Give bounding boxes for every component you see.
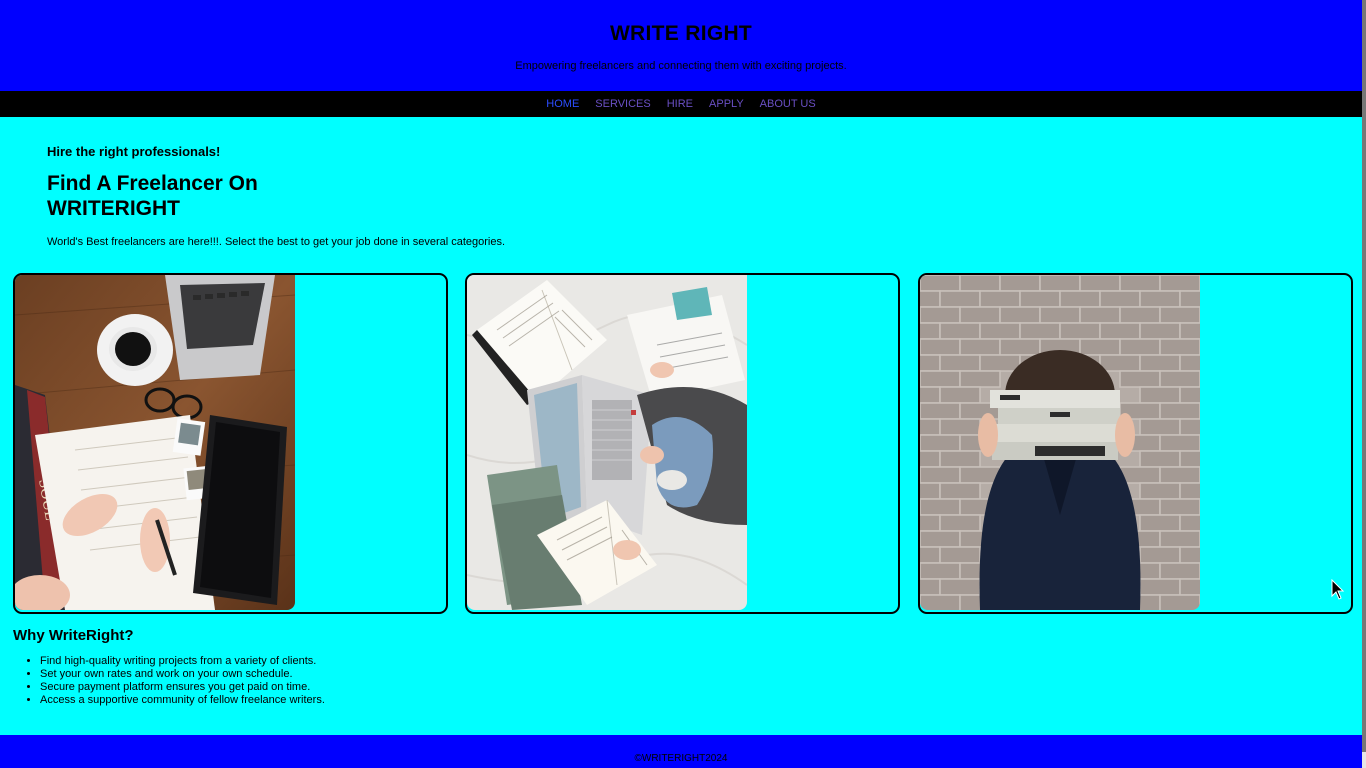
site-footer: ©WRITERIGHT2024 <box>0 735 1362 768</box>
site-tagline: Empowering freelancers and connecting th… <box>515 60 847 72</box>
site-header: WRITE RIGHT Empowering freelancers and c… <box>0 0 1362 91</box>
photo-card <box>465 273 900 614</box>
main-nav: HOME SERVICES HIRE APPLY ABOUT US <box>0 91 1362 117</box>
hero-section: Hire the right professionals! Find A Fre… <box>0 117 1362 274</box>
hero-title: Find A Freelancer On WRITERIGHT <box>47 172 258 220</box>
nav-home-link[interactable]: HOME <box>546 98 579 110</box>
nav-services-link[interactable]: SERVICES <box>595 98 650 110</box>
why-title: Why WriteRight? <box>13 627 134 644</box>
why-list-item: Secure payment platform ensures you get … <box>40 681 325 694</box>
hero-description: World's Best freelancers are here!!!. Se… <box>47 236 506 248</box>
copyright-text: ©WRITERIGHT2024 <box>634 753 728 764</box>
site-title: WRITE RIGHT <box>609 22 753 45</box>
vertical-scrollbar[interactable] <box>1362 0 1366 768</box>
photo-card: SOUL <box>13 273 448 614</box>
why-list-item: Find high-quality writing projects from … <box>40 655 325 668</box>
why-list-item: Access a supportive community of fellow … <box>40 694 325 707</box>
hero-kicker: Hire the right professionals! <box>47 144 221 159</box>
mouse-cursor-icon <box>1331 579 1345 600</box>
why-section: Why WriteRight? Find high-quality writin… <box>13 627 325 707</box>
bed-laptop-books-photo <box>467 275 747 610</box>
desk-laptop-coffee-writing-photo: SOUL <box>15 275 295 610</box>
nav-hire-link[interactable]: HIRE <box>667 98 693 110</box>
why-list: Find high-quality writing projects from … <box>13 655 325 707</box>
photo-cards: SOUL <box>13 273 1353 614</box>
why-list-item: Set your own rates and work on your own … <box>40 668 325 681</box>
person-holding-books-brick-wall-photo <box>920 275 1200 610</box>
scrollbar-thumb[interactable] <box>1362 0 1366 752</box>
nav-apply-link[interactable]: APPLY <box>709 98 744 110</box>
page: WRITE RIGHT Empowering freelancers and c… <box>0 0 1362 768</box>
photo-card <box>918 273 1353 614</box>
nav-about-link[interactable]: ABOUT US <box>760 98 816 110</box>
